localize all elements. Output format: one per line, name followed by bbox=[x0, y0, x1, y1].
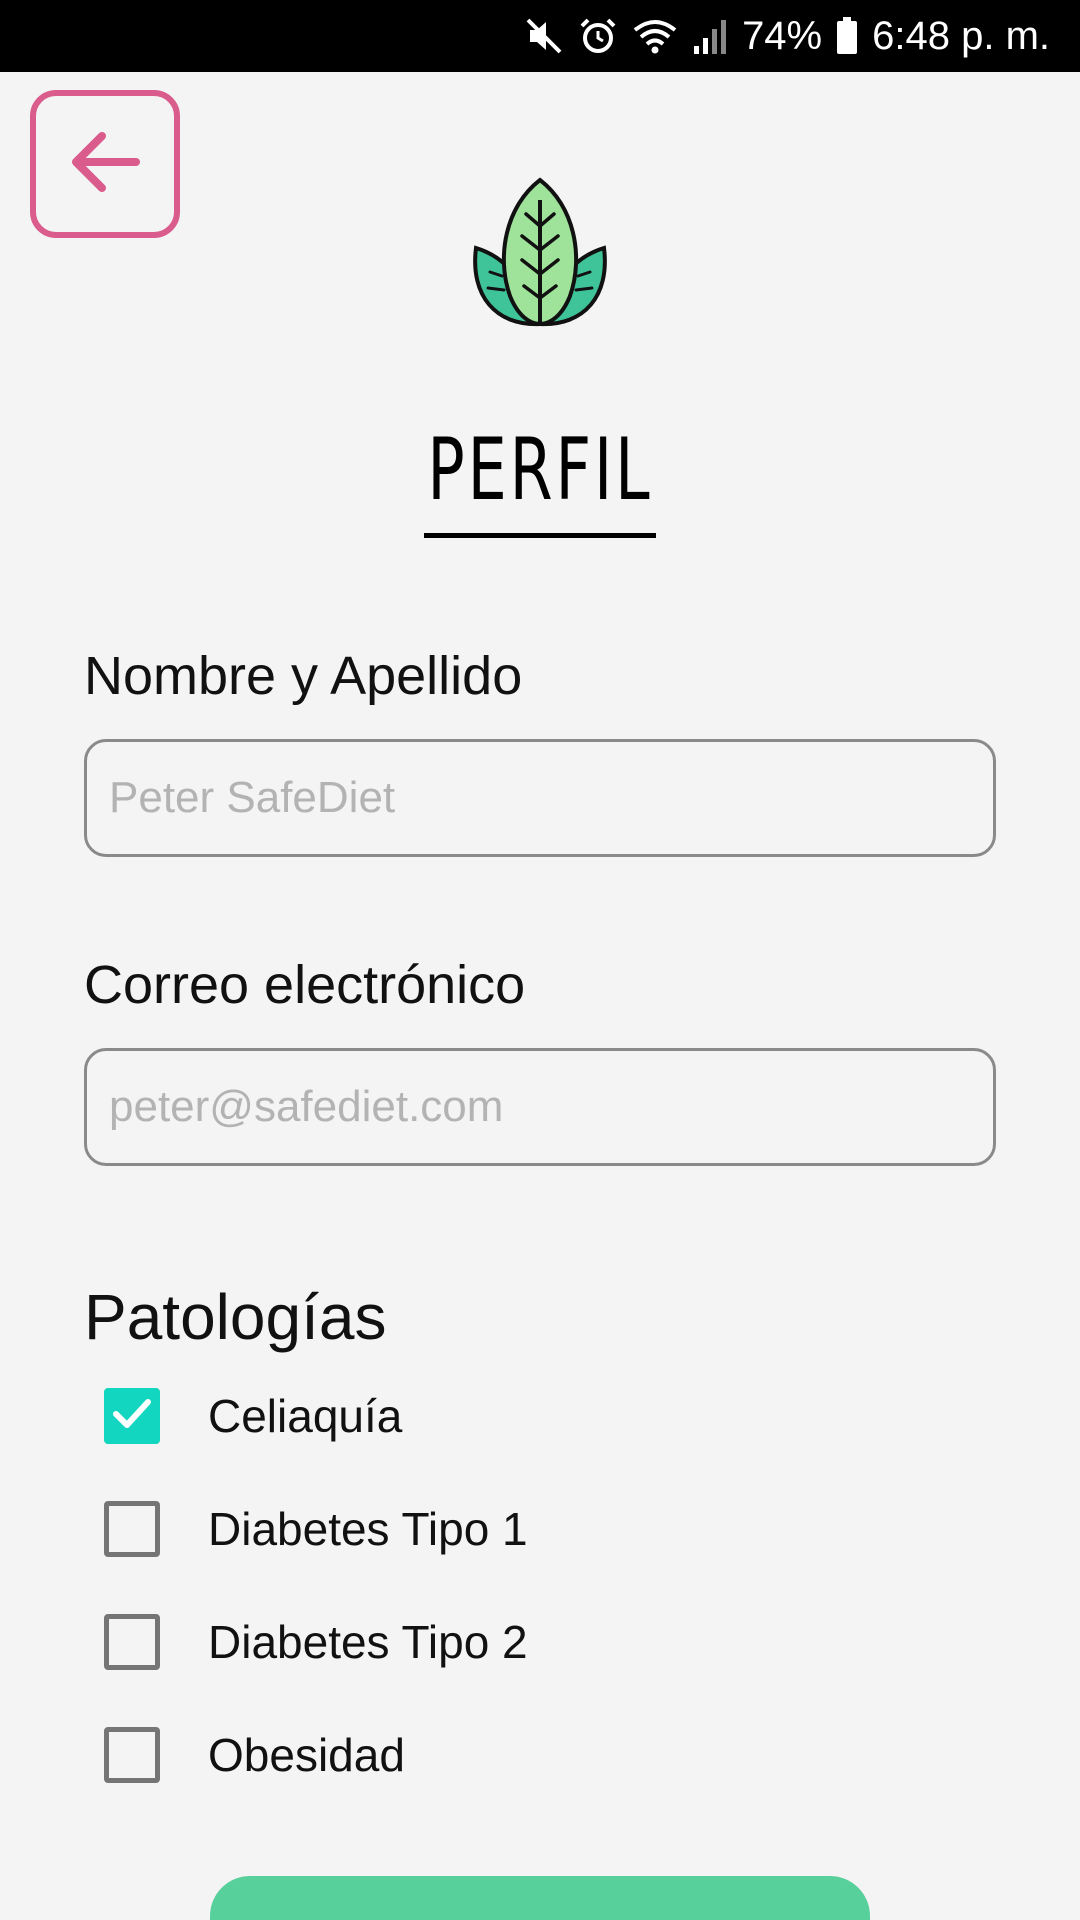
checkbox-label: Celiaquía bbox=[208, 1390, 403, 1442]
page-title: PERFIL bbox=[427, 420, 653, 520]
email-field[interactable] bbox=[84, 1048, 996, 1166]
battery-percent: 74% bbox=[742, 13, 823, 58]
clock-time: 6:48 p. m. bbox=[872, 13, 1050, 58]
leaf-logo-icon bbox=[466, 176, 614, 332]
status-bar: 74% 6:48 p. m. bbox=[0, 0, 1080, 72]
mute-icon bbox=[524, 14, 564, 58]
checkbox-diabetes-tipo-2[interactable] bbox=[104, 1614, 160, 1670]
signal-icon bbox=[692, 14, 728, 58]
check-icon bbox=[112, 1396, 152, 1437]
save-button[interactable] bbox=[210, 1876, 870, 1920]
checkbox-celiaquia[interactable] bbox=[104, 1388, 160, 1444]
battery-icon bbox=[836, 14, 858, 58]
arrow-left-icon bbox=[68, 130, 142, 199]
back-button[interactable] bbox=[30, 90, 180, 238]
checkbox-label: Diabetes Tipo 2 bbox=[208, 1616, 528, 1668]
checkbox-row-celiaquia[interactable]: Celiaquía bbox=[104, 1386, 402, 1446]
checkbox-diabetes-tipo-1[interactable] bbox=[104, 1501, 160, 1557]
email-label: Correo electrónico bbox=[84, 955, 526, 1015]
name-field[interactable] bbox=[84, 739, 996, 857]
checkbox-row-diabetes-tipo-1[interactable]: Diabetes Tipo 1 bbox=[104, 1499, 528, 1559]
wifi-icon bbox=[632, 14, 678, 58]
checkbox-label: Diabetes Tipo 1 bbox=[208, 1503, 528, 1555]
checkbox-obesidad[interactable] bbox=[104, 1727, 160, 1783]
alarm-icon bbox=[578, 14, 618, 58]
checkbox-row-obesidad[interactable]: Obesidad bbox=[104, 1725, 405, 1785]
checkbox-row-diabetes-tipo-2[interactable]: Diabetes Tipo 2 bbox=[104, 1612, 528, 1672]
pathologies-title: Patologías bbox=[84, 1281, 387, 1353]
title-underline bbox=[424, 533, 656, 538]
checkbox-label: Obesidad bbox=[208, 1729, 405, 1781]
name-label: Nombre y Apellido bbox=[84, 646, 523, 706]
profile-screen: 74% 6:48 p. m. PERFIL Nombre y Apellido … bbox=[0, 0, 1080, 1920]
